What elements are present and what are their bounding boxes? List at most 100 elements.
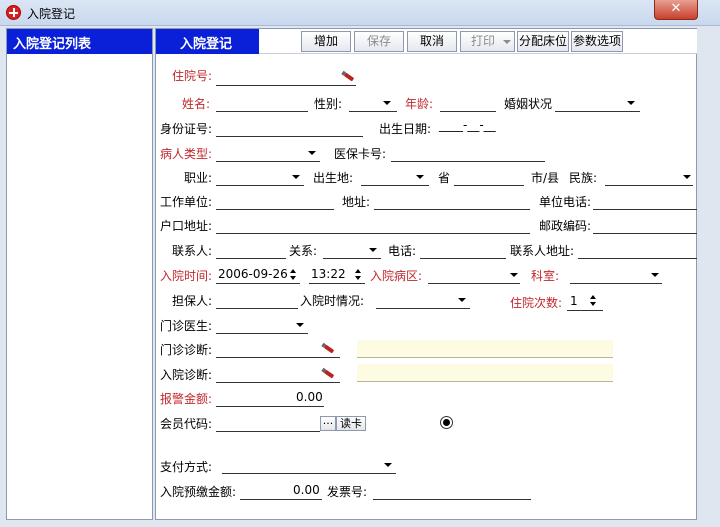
contact-address-input[interactable] [578, 258, 697, 259]
invoice-no-input[interactable] [373, 499, 531, 500]
contact-address-label: 联系人地址: [510, 244, 575, 258]
admit-condition-label: 入院时情况: [300, 294, 365, 308]
hospital-cross-icon [6, 5, 21, 20]
chevron-down-icon [296, 323, 304, 327]
member-code-label: 会员代码: [160, 417, 213, 431]
department-select[interactable] [570, 283, 662, 284]
admission-list-header: 入院登记列表 [7, 29, 152, 54]
birthplace-label: 出生地: [313, 171, 354, 185]
ethnicity-select[interactable] [605, 185, 693, 186]
gender-label: 性别: [314, 97, 343, 111]
postcode-input[interactable] [593, 233, 697, 234]
browse-button[interactable]: ··· [320, 416, 336, 431]
city-input[interactable] [454, 185, 524, 186]
payment-method-select[interactable] [222, 473, 396, 474]
marital-select[interactable] [555, 111, 640, 112]
city-label: 市/县 [531, 171, 560, 185]
chevron-down-icon [503, 40, 511, 44]
spinner-icon[interactable] [590, 294, 598, 308]
contact-input[interactable] [216, 258, 286, 259]
prepay-amount-underline [240, 499, 322, 500]
id-card-input[interactable] [216, 136, 363, 137]
print-button[interactable]: 打印 [460, 31, 515, 52]
name-input[interactable] [216, 111, 308, 112]
save-button[interactable]: 保存 [354, 31, 404, 52]
hospital-no-input[interactable] [216, 85, 356, 86]
admission-list-panel[interactable]: 入院登记列表 [6, 28, 153, 520]
hospital-no-label: 住院号: [172, 69, 213, 83]
outpatient-diag-label: 门诊诊断: [160, 343, 213, 357]
cancel-button[interactable]: 取消 [407, 31, 457, 52]
work-phone-label: 单位电话: [539, 195, 592, 209]
close-button[interactable]: ✕ [654, 0, 698, 20]
guarantor-label: 担保人: [172, 294, 213, 308]
relation-label: 关系: [289, 244, 318, 258]
spinner-icon[interactable] [290, 268, 298, 282]
spinner-icon[interactable] [355, 268, 363, 282]
admit-diag-input[interactable] [216, 382, 340, 383]
ethnicity-label: 民族: [569, 171, 598, 185]
tab-admission-register[interactable]: 入院登记 [156, 29, 259, 54]
insurance-card-input[interactable] [391, 161, 545, 162]
admit-date-underline [216, 283, 300, 284]
address-input[interactable] [374, 209, 530, 210]
chevron-down-icon [416, 175, 424, 179]
admit-time-input[interactable]: 13:22 [311, 267, 346, 281]
options-button[interactable]: 参数选项 [571, 31, 623, 52]
outpatient-doctor-select[interactable] [216, 333, 308, 334]
relation-select[interactable] [323, 258, 381, 259]
address-label: 地址: [342, 195, 371, 209]
admit-time-underline [309, 283, 365, 284]
chevron-down-icon [651, 273, 659, 277]
chevron-down-icon [627, 101, 635, 105]
prepay-amount-input[interactable]: 0.00 [293, 483, 320, 497]
workplace-label: 工作单位: [160, 195, 213, 209]
occupation-select[interactable] [216, 185, 304, 186]
chevron-down-icon [458, 298, 466, 302]
admit-date-input[interactable]: 2006-09-26 [218, 267, 288, 281]
admit-count-underline [567, 310, 603, 311]
radio-button[interactable] [440, 416, 453, 429]
department-label: 科室: [531, 269, 560, 283]
patient-type-select[interactable] [216, 161, 320, 162]
guarantor-input[interactable] [216, 308, 298, 309]
ward-select[interactable] [428, 283, 520, 284]
chevron-down-icon [383, 101, 391, 105]
admit-condition-select[interactable] [376, 308, 470, 309]
member-code-input[interactable] [216, 431, 320, 432]
alert-amount-input[interactable]: 0.00 [296, 390, 323, 404]
work-phone-input[interactable] [593, 209, 697, 210]
outpatient-doctor-label: 门诊医生: [160, 319, 213, 333]
outpatient-diag-input[interactable] [216, 357, 340, 358]
read-card-button[interactable]: 读卡 [336, 416, 366, 431]
postcode-label: 邮政编码: [539, 219, 592, 233]
toolbar: 增加 保存 取消 打印 分配床位 参数选项 [259, 29, 697, 54]
birth-date-label: 出生日期: [379, 122, 432, 136]
add-button[interactable]: 增加 [301, 31, 351, 52]
title-bar: 入院登记 ✕ [0, 0, 720, 26]
age-input[interactable] [440, 111, 496, 112]
assign-bed-button[interactable]: 分配床位 [517, 31, 569, 52]
household-input[interactable] [216, 233, 530, 234]
birth-date-input[interactable]: ____-__-__ [439, 118, 496, 132]
alert-amount-underline [216, 406, 324, 407]
admit-count-label: 住院次数: [510, 296, 563, 310]
chevron-down-icon [292, 175, 300, 179]
prepay-amount-label: 入院预缴金额: [160, 485, 237, 499]
window-title: 入院登记 [27, 7, 76, 21]
invoice-no-label: 发票号: [327, 485, 368, 499]
id-card-label: 身份证号: [160, 122, 213, 136]
print-button-label: 打印 [471, 34, 496, 48]
admit-count-input[interactable]: 1 [570, 294, 578, 308]
household-label: 户口地址: [160, 219, 213, 233]
phone-input[interactable] [420, 258, 506, 259]
workplace-input[interactable] [216, 209, 334, 210]
admit-diag-detail[interactable] [357, 364, 613, 382]
chevron-down-icon [369, 248, 377, 252]
birthplace-select[interactable] [361, 185, 429, 186]
gender-select[interactable] [349, 111, 397, 112]
chevron-down-icon [384, 463, 392, 467]
insurance-card-label: 医保卡号: [334, 147, 387, 161]
outpatient-diag-detail[interactable] [357, 340, 613, 358]
chevron-down-icon [510, 273, 518, 277]
